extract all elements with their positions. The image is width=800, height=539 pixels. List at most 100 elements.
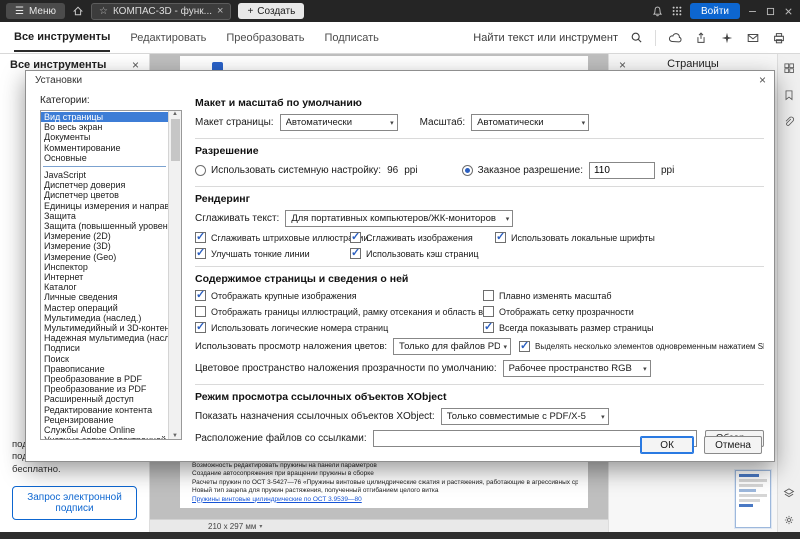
category-item[interactable]: Защита (повышенный уровень) [41,221,168,231]
create-button[interactable]: + Создать [238,3,305,19]
always-show-page-size-checkbox[interactable]: Всегда показывать размер страницы [483,320,653,333]
page-thumbnail[interactable] [735,470,771,528]
category-item[interactable]: Инспектор [41,262,168,272]
ai-assistant-icon[interactable] [720,31,734,45]
checkbox-box[interactable] [350,230,361,243]
category-item[interactable]: Интернет [41,272,168,282]
notifications-bell-icon[interactable] [651,5,664,18]
esign-request-button[interactable]: Запрос электронной подписи [12,486,137,520]
layers-icon[interactable] [783,487,795,499]
category-item[interactable]: Редактирование контента [41,405,168,415]
category-item[interactable]: JavaScript [41,170,168,180]
category-item[interactable]: Мультимедийный и 3D-контент [41,323,168,333]
attachments-icon[interactable] [783,116,795,128]
category-item[interactable]: Основные [41,153,168,163]
category-item[interactable]: Единицы измерения и направляющие [41,201,168,211]
checkbox-box[interactable] [483,320,494,333]
custom-resolution-radio[interactable] [461,165,473,176]
category-item[interactable]: Поиск [41,354,168,364]
bookmarks-icon[interactable] [783,89,795,101]
category-item[interactable]: Диспетчер цветов [41,190,168,200]
category-item[interactable]: Подписи [41,343,168,353]
multiselect-checkbox[interactable]: Выделять несколько элементов одновременн… [519,341,764,352]
share-icon[interactable] [694,31,708,45]
category-item[interactable]: Защита [41,211,168,221]
system-resolution-radio[interactable] [195,165,206,176]
checkbox-box[interactable] [195,290,206,301]
smooth-text-select[interactable]: Для портативных компьютеров/ЖК-мониторов… [285,210,514,227]
toolbar-tab-sign[interactable]: Подписать [324,24,378,51]
scrollbar-thumb[interactable] [170,119,180,161]
category-item[interactable]: Комментирование [41,143,168,153]
category-item[interactable]: Измерение (3D) [41,241,168,251]
home-icon[interactable] [72,5,84,17]
category-item[interactable]: Учетные записи электронной почты [41,435,168,439]
close-tab-icon[interactable]: × [217,5,223,17]
scroll-up-icon[interactable]: ▲ [172,111,178,117]
category-item[interactable]: Расширенный доступ [41,394,168,404]
toolbar-tab-all-tools[interactable]: Все инструменты [14,23,111,52]
category-item[interactable]: Преобразование в PDF [41,374,168,384]
zoom-select[interactable]: Автоматически ▾ [471,114,590,131]
ok-button[interactable]: ОК [640,436,695,454]
category-item[interactable]: Мультимедиа (наслед.) [41,313,168,323]
cancel-button[interactable]: Отмена [704,436,762,454]
category-item[interactable]: Рецензирование [41,415,168,425]
category-item[interactable]: Измерение (Geo) [41,252,168,262]
category-item[interactable]: Преобразование из PDF [41,384,168,394]
minimize-icon[interactable] [747,6,758,17]
category-item[interactable]: Надежная мультимедиа (наслед.) [41,333,168,343]
menu-button[interactable]: ☰ Меню [6,3,65,19]
checkbox-box[interactable] [483,290,494,301]
checkbox-box[interactable] [195,306,206,317]
category-item[interactable]: Каталог [41,282,168,292]
category-item[interactable]: Службы Adobe Online [41,425,168,435]
colorspace-select[interactable]: Рабочее пространство RGB ▾ [502,360,651,377]
local-fonts-checkbox[interactable]: Использовать локальные шрифты [495,230,655,243]
category-item[interactable]: Личные сведения [41,292,168,302]
xobject-show-select[interactable]: Только совместимые с PDF/X-5 ▾ [440,408,609,425]
category-item[interactable]: Документы [41,132,168,142]
scroll-down-icon[interactable]: ▼ [172,433,178,439]
overprint-select[interactable]: Только для файлов PDF/X ▾ [393,338,512,355]
category-item[interactable]: Во весь экран [41,122,168,132]
checkbox-box[interactable] [519,341,531,352]
checkbox-box[interactable] [195,246,206,259]
toolbar-tab-edit[interactable]: Редактировать [130,24,206,51]
custom-resolution-input[interactable] [588,162,655,179]
category-item[interactable]: Правописание [41,364,168,374]
maximize-icon[interactable] [765,6,776,17]
category-item[interactable]: Диспетчер доверия [41,180,168,190]
page-size-indicator[interactable]: 210 x 297 мм ▾ [208,522,262,531]
document-link[interactable]: Пружины винтовые цилиндрические по ОСТ 3… [192,496,578,505]
category-item[interactable]: Вид страницы [41,112,168,123]
categories-scrollbar[interactable]: ▲ ▼ [168,111,181,439]
close-dialog-icon[interactable]: × [759,73,766,87]
toolbar-search[interactable]: Найти текст или инструмент [473,29,786,46]
smooth-images-checkbox[interactable]: Сглаживать изображения [350,230,473,243]
logical-page-numbers-checkbox[interactable]: Использовать логические номера страниц [195,322,388,333]
large-images-checkbox[interactable]: Отображать крупные изображения [195,290,357,301]
checkbox-box[interactable] [195,230,206,243]
toolbar-tab-convert[interactable]: Преобразовать [226,24,304,51]
art-trim-bleed-checkbox[interactable]: Отображать границы иллюстраций, рамку от… [195,306,483,317]
cloud-upload-icon[interactable] [668,31,682,45]
checkbox-box[interactable] [495,230,506,243]
close-window-icon[interactable] [783,6,794,17]
category-item[interactable]: Мастер операций [41,303,168,313]
page-thumbnails-icon[interactable] [783,62,795,74]
star-icon[interactable]: ☆ [99,6,108,17]
signin-button[interactable]: Войти [690,3,740,19]
transparency-grid-checkbox[interactable]: Отображать сетку прозрачности [483,306,634,317]
email-icon[interactable] [746,31,760,45]
document-tab[interactable]: ☆ КОМПАС-3D - функ... × [91,2,232,20]
settings-gear-icon[interactable] [783,514,795,526]
smooth-zoom-checkbox[interactable]: Плавно изменять масштаб [483,290,612,301]
apps-grid-icon[interactable] [671,5,683,17]
print-icon[interactable] [772,31,786,45]
smooth-line-art-checkbox[interactable]: Сглаживать штриховые иллюстрации [195,230,368,243]
page-layout-select[interactable]: Автоматически ▾ [279,114,398,131]
search-icon[interactable] [630,31,643,44]
checkbox-box[interactable] [195,322,206,333]
category-item[interactable]: Измерение (2D) [41,231,168,241]
